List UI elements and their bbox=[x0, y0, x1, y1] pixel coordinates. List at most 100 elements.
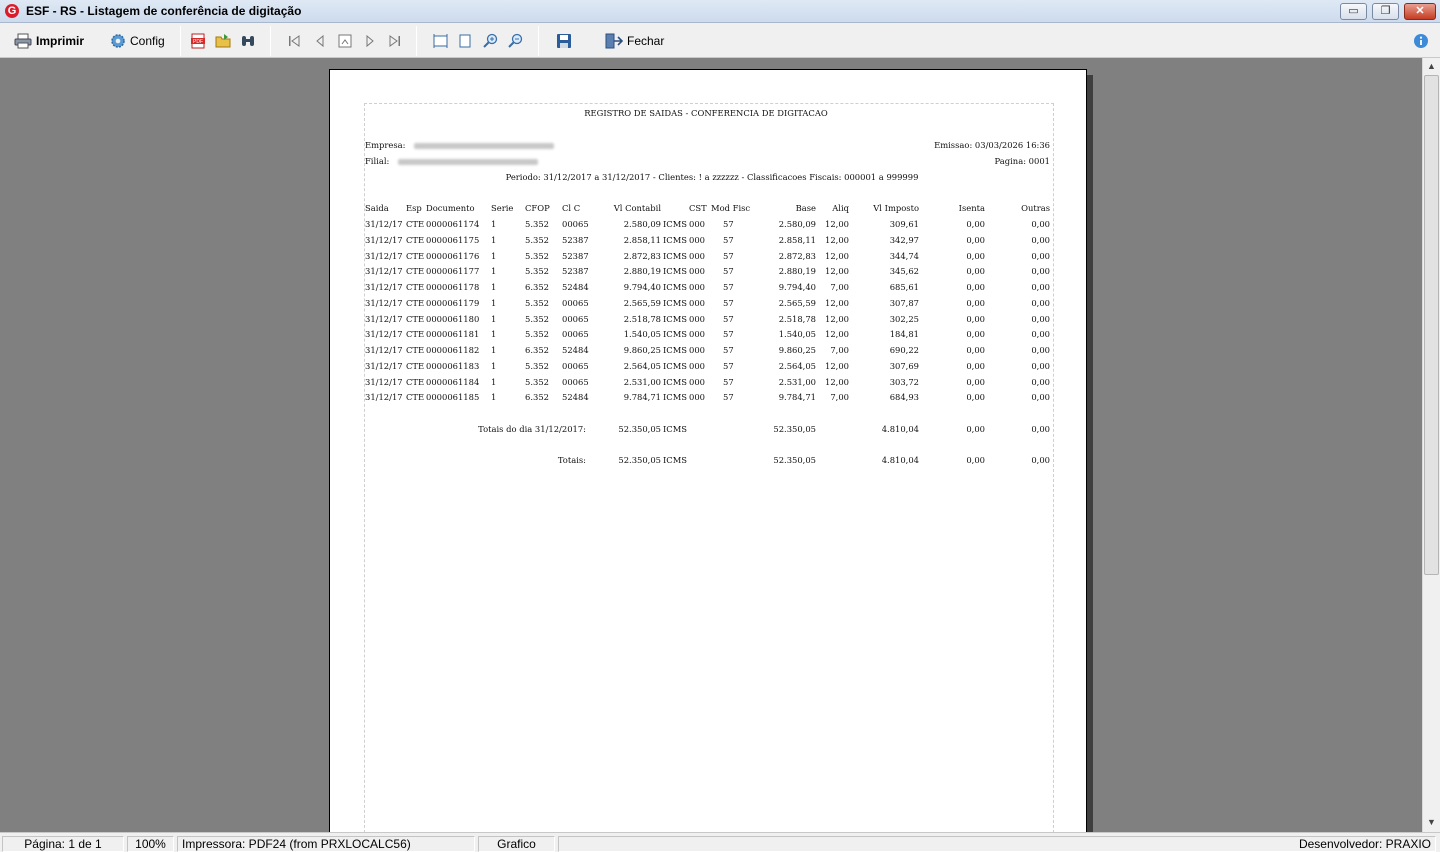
cell-cst: 000 bbox=[689, 376, 705, 387]
totals-base: 52.350,05 bbox=[773, 455, 816, 465]
restore-button[interactable]: ❐ bbox=[1372, 3, 1399, 20]
cell-aliq: 12,00 bbox=[825, 266, 849, 277]
first-page-icon bbox=[289, 35, 300, 47]
cell-saida: 31/12/17 bbox=[365, 345, 403, 355]
page-width-button[interactable] bbox=[432, 30, 449, 52]
toolbar-separator bbox=[270, 26, 271, 56]
cell-modfisc: 57 bbox=[723, 234, 734, 245]
cell-documento: 0000061181 bbox=[426, 329, 480, 340]
open-button[interactable] bbox=[215, 30, 232, 52]
cell-modfisc: 57 bbox=[723, 376, 734, 387]
cell-saida: 31/12/17 bbox=[365, 392, 403, 403]
cell-isenta: 0,00 bbox=[966, 282, 985, 292]
cell-vlimposto: 302,25 bbox=[889, 313, 919, 324]
cell-esp: CTE bbox=[406, 282, 425, 292]
cell-isenta: 0,00 bbox=[966, 345, 985, 355]
cell-modfisc: 57 bbox=[723, 360, 734, 371]
cell-base: 2.565,59 bbox=[778, 297, 816, 308]
cell-cfop: 6.352 bbox=[525, 282, 549, 292]
header-isenta: Isenta bbox=[958, 203, 985, 213]
status-printer: Impressora: PDF24 (from PRXLOCALC56) bbox=[177, 836, 475, 852]
last-page-button[interactable] bbox=[388, 30, 402, 52]
close-window-button[interactable]: ✕ bbox=[1404, 3, 1436, 20]
cell-isenta: 0,00 bbox=[966, 376, 985, 387]
header-documento: Documento bbox=[426, 203, 475, 213]
cell-base: 9.784,71 bbox=[778, 392, 816, 403]
report-title: REGISTRO DE SAIDAS - CONFERENCIA DE DIGI… bbox=[584, 108, 828, 118]
zoom-out-button[interactable] bbox=[507, 30, 523, 52]
cell-modfisc: 57 bbox=[723, 266, 734, 277]
minimize-button[interactable]: ▭ bbox=[1340, 3, 1367, 20]
first-page-button[interactable] bbox=[287, 30, 301, 52]
cell-base: 2.880,19 bbox=[778, 266, 816, 277]
cell-modfisc: 57 bbox=[723, 250, 734, 261]
cell-serie: 1 bbox=[491, 282, 497, 292]
report-viewer[interactable]: REGISTRO DE SAIDAS - CONFERENCIA DE DIGI… bbox=[0, 58, 1422, 832]
company-name-redacted bbox=[414, 142, 555, 149]
binoculars-icon bbox=[242, 36, 254, 46]
totals-day-label: Totais do dia 31/12/2017: bbox=[478, 424, 586, 434]
totals-day-outras: 0,00 bbox=[1031, 424, 1050, 434]
cell-cst: 000 bbox=[689, 297, 705, 308]
last-page-icon bbox=[389, 35, 400, 47]
cell-outras: 0,00 bbox=[1031, 345, 1050, 355]
totals-day-vlcontabil: 52.350,05 bbox=[618, 424, 661, 434]
cell-cst: 000 bbox=[689, 360, 705, 371]
cell-saida: 31/12/17 bbox=[365, 313, 403, 324]
company-line: Empresa: bbox=[365, 140, 555, 151]
cell-imp: ICMS bbox=[663, 234, 688, 245]
cell-cfop: 5.352 bbox=[525, 266, 549, 277]
zoom-in-button[interactable] bbox=[482, 30, 498, 52]
help-button[interactable] bbox=[1413, 30, 1429, 52]
print-button[interactable]: Imprimir bbox=[14, 30, 84, 52]
vertical-scrollbar[interactable]: ▲ ▼ bbox=[1422, 58, 1440, 832]
config-button[interactable]: Config bbox=[110, 30, 165, 52]
search-button[interactable] bbox=[240, 30, 256, 52]
cell-outras: 0,00 bbox=[1031, 219, 1050, 229]
export-pdf-button[interactable]: PDF bbox=[190, 30, 206, 52]
print-label: Imprimir bbox=[36, 34, 85, 48]
cell-serie: 1 bbox=[491, 297, 497, 308]
header-clc: Cl C bbox=[562, 203, 581, 213]
goto-page-button[interactable] bbox=[337, 30, 353, 52]
cell-cfop: 6.352 bbox=[525, 392, 549, 403]
prev-page-button[interactable] bbox=[313, 30, 327, 52]
cell-aliq: 7,00 bbox=[830, 392, 849, 403]
cell-esp: CTE bbox=[406, 266, 425, 277]
cell-vlimposto: 303,72 bbox=[889, 376, 919, 387]
cell-serie: 1 bbox=[491, 360, 497, 371]
cell-outras: 0,00 bbox=[1031, 313, 1050, 324]
next-page-button[interactable] bbox=[363, 30, 377, 52]
totals-day-isenta: 0,00 bbox=[966, 424, 985, 434]
scroll-up-button[interactable]: ▲ bbox=[1423, 58, 1440, 75]
whole-page-button[interactable] bbox=[458, 30, 472, 52]
totals-imp: ICMS bbox=[663, 455, 688, 465]
cell-vlcontabil: 1.540,05 bbox=[623, 329, 661, 340]
cell-serie: 1 bbox=[491, 329, 497, 340]
cell-base: 9.794,40 bbox=[778, 282, 816, 292]
next-page-icon bbox=[366, 34, 374, 48]
cell-base: 1.540,05 bbox=[778, 329, 816, 340]
restore-icon: ❐ bbox=[1380, 5, 1391, 17]
cell-documento: 0000061185 bbox=[426, 392, 480, 403]
chevron-down-icon: ▼ bbox=[1427, 817, 1436, 827]
cell-cst: 000 bbox=[689, 266, 705, 277]
cell-documento: 0000061184 bbox=[426, 376, 480, 387]
cell-vlcontabil: 2.531,00 bbox=[623, 376, 661, 387]
cell-modfisc: 57 bbox=[723, 392, 734, 403]
cell-cfop: 5.352 bbox=[525, 219, 549, 229]
cell-cst: 000 bbox=[689, 219, 705, 229]
header-modfisc: Mod Fisc bbox=[711, 203, 751, 213]
scroll-thumb[interactable] bbox=[1424, 75, 1439, 575]
cell-documento: 0000061182 bbox=[426, 345, 480, 355]
header-aliq: Aliq bbox=[832, 203, 849, 213]
toolbar: Imprimir Config PDF Fechar bbox=[0, 23, 1440, 58]
cell-serie: 1 bbox=[491, 313, 497, 324]
scroll-down-button[interactable]: ▼ bbox=[1423, 814, 1440, 831]
close-report-button[interactable]: Fechar bbox=[605, 30, 664, 52]
cell-modfisc: 57 bbox=[723, 282, 734, 292]
cell-serie: 1 bbox=[491, 376, 497, 387]
cell-outras: 0,00 bbox=[1031, 297, 1050, 308]
save-button[interactable] bbox=[556, 30, 572, 52]
cell-documento: 0000061177 bbox=[426, 266, 480, 277]
